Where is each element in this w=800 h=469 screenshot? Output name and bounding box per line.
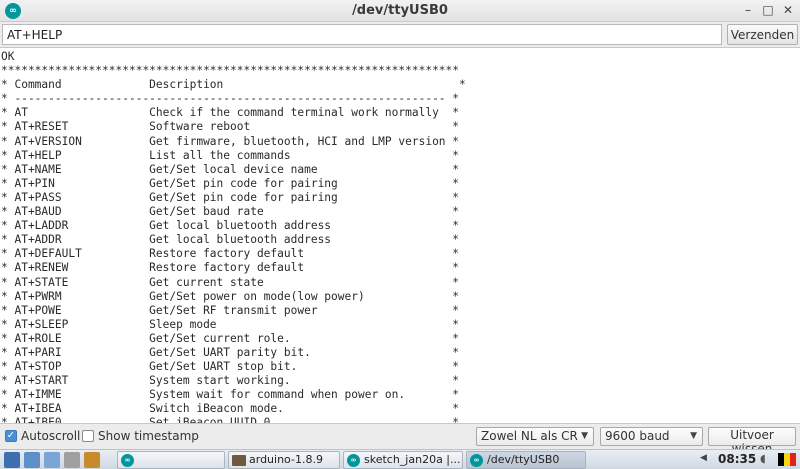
output-line: * AT+HELP List all the commands *	[1, 148, 460, 162]
output-line: * AT+STOP Get/Set UART stop bit. *	[1, 360, 460, 374]
output-line: * AT+PARI Get/Set UART parity bit. *	[1, 345, 460, 359]
output-line: * AT+SLEEP Sleep mode *	[1, 317, 460, 331]
serial-output[interactable]: OK **************************************…	[0, 47, 800, 424]
send-bar: Verzenden	[0, 22, 800, 47]
output-line: * AT+ROLE Get/Set current role. *	[1, 331, 460, 345]
output-line: * AT+POWE Get/Set RF transmit power *	[1, 303, 460, 317]
output-line: * AT Check if the command terminal work …	[1, 106, 460, 120]
taskbar-item-sketch[interactable]: ∞ sketch_jan20a |...	[343, 451, 463, 469]
output-line: * --------------------------------------…	[1, 92, 460, 106]
close-icon[interactable]: ✕	[780, 2, 796, 18]
title-bar: ∞ /dev/ttyUSB0 – □ ✕	[0, 0, 800, 22]
autoscroll-checkbox[interactable]: ✓	[5, 430, 17, 442]
tray-chevron-icon[interactable]: ◀	[700, 453, 707, 463]
sound-icon[interactable]: ◖	[760, 452, 766, 465]
output-line: * AT+NAME Get/Set local device name *	[1, 162, 460, 176]
minimize-icon[interactable]: –	[740, 2, 756, 18]
output-line: ****************************************…	[1, 64, 460, 78]
output-line: * AT+PIN Get/Set pin code for pairing *	[1, 176, 460, 190]
output-line: * Command Description *	[1, 78, 466, 92]
taskbar-item-label: /dev/ttyUSB0	[487, 453, 560, 466]
output-line: OK	[1, 50, 15, 63]
browser-icon[interactable]	[84, 452, 100, 468]
app-launcher-icon[interactable]	[64, 452, 80, 468]
chevron-down-icon: ▼	[690, 431, 697, 441]
output-line: * AT+RENEW Restore factory default *	[1, 261, 460, 275]
output-line: * AT+DEFAULT Restore factory default *	[1, 247, 460, 261]
maximize-icon[interactable]: □	[760, 2, 776, 18]
line-ending-value: Zowel NL als CR	[481, 429, 578, 443]
output-line: * AT+IMME System wait for command when p…	[1, 388, 460, 402]
output-line: * AT+RESET Software reboot *	[1, 120, 460, 134]
show-timestamp-checkbox[interactable]	[82, 430, 94, 442]
output-line: * AT+IBE0 Set iBeacon UUID 0. *	[1, 416, 460, 424]
terminal-icon[interactable]	[44, 452, 60, 468]
send-button[interactable]: Verzenden	[727, 24, 798, 45]
output-line: * AT+PASS Get/Set pin code for pairing *	[1, 190, 460, 204]
output-line: * AT+BAUD Get/Set baud rate *	[1, 205, 460, 219]
serial-monitor-window: ∞ /dev/ttyUSB0 – □ ✕ Verzenden OK*******…	[0, 0, 800, 469]
show-timestamp-label: Show timestamp	[98, 429, 199, 443]
arduino-icon: ∞	[470, 454, 483, 467]
file-manager-icon[interactable]	[24, 452, 40, 468]
taskbar: ∞ arduino-1.8.9 ∞ sketch_jan20a |... ∞ /…	[0, 449, 800, 469]
clock[interactable]: 08:35	[718, 452, 756, 466]
output-line: * AT+IBEA Switch iBeacon mode. *	[1, 402, 460, 416]
folder-icon	[232, 455, 246, 466]
chevron-down-icon: ▼	[581, 431, 588, 441]
baud-rate-value: 9600 baud	[605, 429, 670, 443]
line-ending-select[interactable]: Zowel NL als CR ▼	[476, 427, 594, 446]
baud-rate-select[interactable]: 9600 baud ▼	[600, 427, 703, 446]
taskbar-item-arduino-folder[interactable]: arduino-1.8.9	[228, 451, 340, 469]
output-line: * AT+START System start working. *	[1, 374, 460, 388]
arduino-icon: ∞	[121, 454, 134, 467]
taskbar-item-arduino-ide[interactable]: ∞	[117, 451, 225, 469]
keyboard-layout-flag-icon[interactable]	[778, 453, 796, 466]
output-line: * AT+ADDR Get local bluetooth address *	[1, 233, 460, 247]
taskbar-item-label: sketch_jan20a |...	[364, 453, 461, 466]
output-text: OK **************************************…	[1, 50, 466, 424]
taskbar-item-serial-monitor[interactable]: ∞ /dev/ttyUSB0	[466, 451, 586, 469]
bottom-bar: ✓ Autoscroll Show timestamp Zowel NL als…	[0, 424, 800, 456]
taskbar-item-label: arduino-1.8.9	[249, 453, 323, 466]
window-title: /dev/ttyUSB0	[352, 3, 448, 18]
output-line: * AT+STATE Get current state *	[1, 275, 460, 289]
output-line: * AT+VERSION Get firmware, bluetooth, HC…	[1, 134, 460, 148]
start-menu-icon[interactable]	[4, 452, 20, 468]
flag-stripe-3	[790, 453, 796, 466]
arduino-icon: ∞	[347, 454, 360, 467]
command-input[interactable]	[2, 24, 722, 45]
autoscroll-label: Autoscroll	[21, 429, 81, 443]
output-line: * AT+PWRM Get/Set power on mode(low powe…	[1, 289, 460, 303]
output-line: * AT+LADDR Get local bluetooth address *	[1, 219, 460, 233]
clear-output-button[interactable]: Uitvoer wissen	[708, 427, 796, 456]
